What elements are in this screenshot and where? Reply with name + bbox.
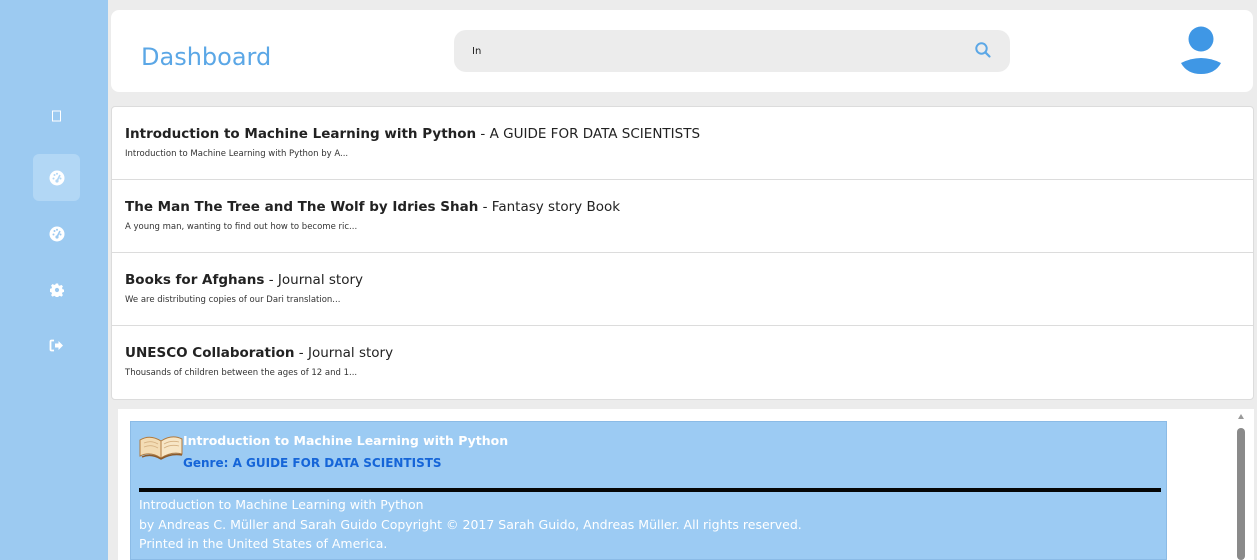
result-separator: - [264, 272, 278, 288]
result-heading: UNESCO Collaboration - Journal story [125, 344, 1253, 362]
search-results-list: Introduction to Machine Learning with Py… [111, 106, 1254, 400]
book-text-line: by Andreas C. Müller and Sarah Guido Cop… [139, 516, 802, 532]
result-genre: A GUIDE FOR DATA SCIENTISTS [489, 126, 701, 142]
dashboard-gauge-icon [49, 170, 64, 185]
list-item[interactable]: Introduction to Machine Learning with Py… [112, 107, 1253, 180]
book-detail-panel: Introduction to Machine Learning with Py… [118, 409, 1254, 560]
header: Dashboard [111, 10, 1253, 92]
result-genre: Journal story [277, 272, 363, 288]
result-heading: Books for Afghans - Journal story [125, 271, 1253, 289]
sidebar-item-blank[interactable] [33, 92, 80, 139]
result-heading: The Man The Tree and The Wolf by Idries … [125, 198, 1253, 216]
result-title: Books for Afghans [125, 272, 265, 288]
dashboard-gauge-icon [49, 226, 64, 241]
sidebar-item-settings[interactable] [33, 266, 80, 313]
result-separator: - [294, 345, 308, 361]
result-snippet: We are distributing copies of our Dari t… [125, 295, 341, 305]
search-input[interactable] [472, 41, 952, 61]
book-title: Introduction to Machine Learning with Py… [183, 433, 509, 448]
search-icon[interactable] [974, 41, 992, 59]
page-title: Dashboard [141, 43, 272, 71]
list-item[interactable]: Books for Afghans - Journal story We are… [112, 253, 1253, 326]
scrollbar[interactable] [1234, 409, 1248, 560]
square-icon [51, 110, 61, 121]
book-description: Introduction to Machine Learning with Py… [139, 495, 1159, 554]
book-genre: Genre: A GUIDE FOR DATA SCIENTISTS [183, 456, 442, 470]
result-genre: Journal story [307, 345, 394, 361]
avatar[interactable] [1180, 26, 1222, 74]
result-heading: Introduction to Machine Learning with Py… [125, 125, 1253, 143]
book-card: Introduction to Machine Learning with Py… [130, 421, 1167, 560]
gear-icon [49, 282, 64, 297]
sidebar [0, 0, 108, 560]
book-text-line: Printed in the United States of America. [139, 536, 388, 551]
result-genre: Fantasy story Book [491, 199, 621, 215]
result-title: Introduction to Machine Learning with Py… [125, 126, 477, 142]
book-text-line: Introduction to Machine Learning with Py… [139, 497, 424, 512]
result-separator: - [478, 199, 492, 215]
result-title: UNESCO Collaboration [125, 345, 295, 361]
sidebar-item-logout[interactable] [33, 322, 80, 369]
sidebar-item-dashboard-2[interactable] [33, 210, 80, 257]
scroll-up-arrow-icon[interactable] [1238, 414, 1244, 419]
search-box[interactable] [454, 30, 1010, 72]
divider [139, 488, 1161, 492]
sign-out-icon [49, 339, 63, 352]
result-separator: - [476, 126, 490, 142]
list-item[interactable]: The Man The Tree and The Wolf by Idries … [112, 180, 1253, 253]
result-title: The Man The Tree and The Wolf by Idries … [125, 199, 479, 215]
result-snippet: Introduction to Machine Learning with Py… [125, 149, 349, 159]
result-snippet: A young man, wanting to find out how to … [125, 222, 358, 232]
scroll-thumb[interactable] [1237, 428, 1245, 560]
sidebar-item-dashboard[interactable] [33, 154, 80, 201]
open-book-icon [139, 436, 183, 460]
result-snippet: Thousands of children between the ages o… [125, 368, 358, 378]
list-item[interactable]: UNESCO Collaboration - Journal story Tho… [112, 326, 1253, 399]
